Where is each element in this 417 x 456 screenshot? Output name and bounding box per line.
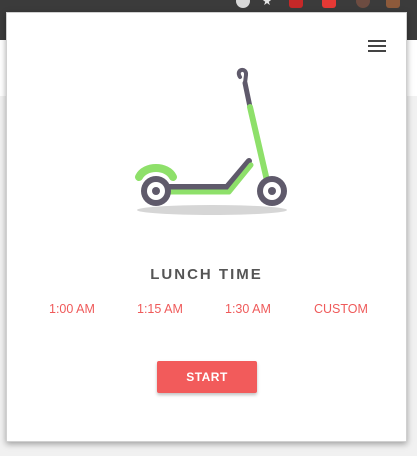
extension-icon[interactable]	[322, 0, 336, 8]
star-icon[interactable]: ★	[260, 0, 274, 8]
scooter-icon	[135, 68, 287, 215]
extension-icon[interactable]	[289, 0, 303, 8]
extension-icon[interactable]	[356, 0, 370, 8]
extension-popup: LUNCH TIME 1:00 AM 1:15 AM 1:30 AM CUSTO…	[6, 12, 407, 442]
time-options: 1:00 AM 1:15 AM 1:30 AM CUSTOM	[7, 302, 406, 316]
extension-icon[interactable]	[236, 0, 250, 8]
option-custom[interactable]: CUSTOM	[314, 302, 368, 316]
hamburger-menu-icon[interactable]	[368, 37, 388, 53]
option-1-15-am[interactable]: 1:15 AM	[137, 302, 183, 316]
start-button[interactable]: START	[157, 361, 257, 393]
timer-title: LUNCH TIME	[150, 266, 263, 283]
browser-toolbar: ★	[0, 0, 417, 12]
avatar[interactable]	[386, 0, 400, 8]
option-1-00-am[interactable]: 1:00 AM	[49, 302, 95, 316]
option-1-30-am[interactable]: 1:30 AM	[225, 302, 271, 316]
